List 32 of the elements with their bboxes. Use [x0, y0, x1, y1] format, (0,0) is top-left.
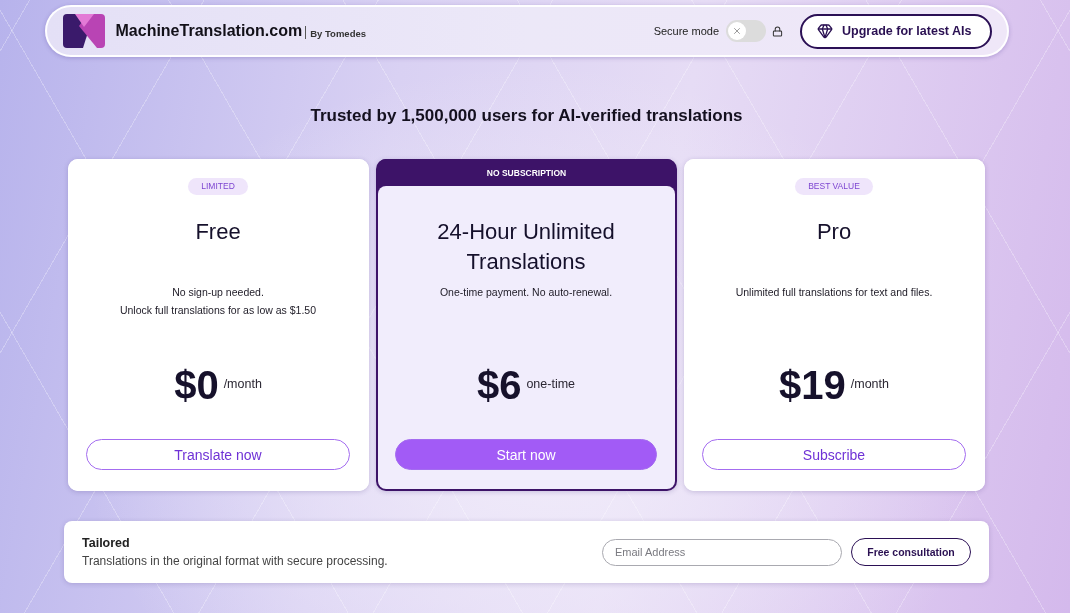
lock-icon — [772, 25, 784, 37]
price-amount: $6 — [476, 363, 522, 407]
plan-tag: LIMITED — [188, 178, 248, 195]
headline: Trusted by 1,500,000 users for AI-verified translations — [310, 105, 743, 127]
plan-button[interactable]: Translate now — [86, 439, 350, 470]
consultation-button[interactable]: Free consultation — [851, 538, 971, 566]
plan-button[interactable]: Subscribe — [702, 439, 966, 470]
diamond-icon — [817, 23, 834, 39]
brand-byline: By Tomedes — [310, 27, 366, 39]
plan-title: Pro — [816, 218, 852, 246]
panel-title: Tailored — [82, 535, 131, 551]
price-amount: $0 — [174, 363, 219, 407]
secure-mode-toggle[interactable] — [726, 20, 767, 42]
plan-description: No sign-up needed. — [172, 285, 264, 300]
brand-name: MachineTranslation.com — [115, 22, 303, 40]
plan-description: Unlimited full translations for text and files. — [735, 285, 933, 300]
plan-description: Unlock full translations for as low as $1.50 — [119, 303, 317, 318]
x-icon — [732, 26, 743, 36]
price-period: one-time — [526, 377, 576, 391]
plan-button[interactable]: Start now — [395, 439, 657, 470]
price-amount: $19 — [779, 363, 846, 407]
secure-mode-label: Secure mode — [653, 25, 720, 37]
plan-title: Free — [195, 218, 241, 246]
logo-icon — [62, 14, 105, 48]
email-field[interactable]: Email Address — [602, 538, 842, 566]
panel-description: Translations in the original format with secure processing. — [82, 553, 388, 569]
plan-description: One-time payment. No auto-renewal. — [439, 285, 613, 300]
plan-title: 24-Hour Unlimited Translations — [436, 218, 616, 276]
plan-tag: BEST VALUE — [795, 178, 873, 195]
price-period: /month — [850, 377, 889, 391]
price-period: /month — [223, 377, 262, 391]
upgrade-button[interactable]: Upgrade for latest AIs — [800, 13, 992, 49]
